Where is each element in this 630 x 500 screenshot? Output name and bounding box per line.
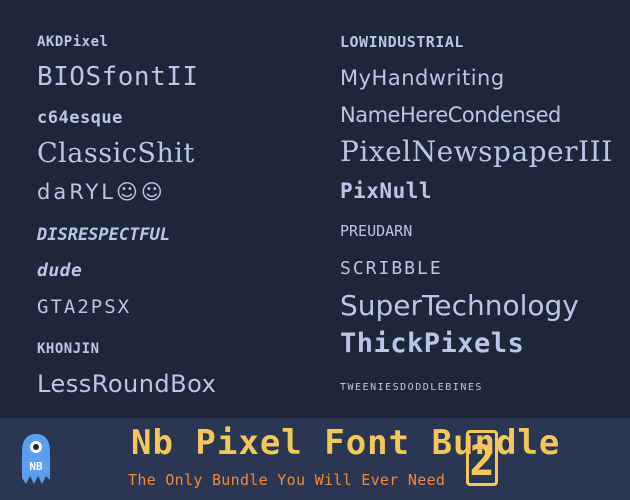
font-sample-pixelnewspaperiii: PixelNewspaperIII <box>340 135 613 168</box>
font-sample-classicshit: ClassicShit <box>37 138 195 169</box>
font-sample-lessroundbox: LessRoundBox <box>37 370 217 398</box>
font-sample-biosfontii: BIOSfontII <box>37 62 199 92</box>
font-sample-scribble: SCRIBBLE <box>340 258 443 279</box>
bundle-number-badge: 2 <box>466 430 498 486</box>
font-sample-daryl: daRYL☺☺ <box>37 180 166 204</box>
font-sample-supertechnology: SuperTechnology <box>340 289 579 322</box>
font-sample-c64esque: c64esque <box>37 108 123 128</box>
bundle-subtitle: The Only Bundle You Will Ever Need <box>128 471 446 489</box>
logo-text: NB <box>29 460 43 473</box>
font-sample-dude: dude <box>37 260 83 281</box>
font-sample-tweeniesdoddlebines: TWEENIESDODDLEBINES <box>340 382 483 393</box>
font-sample-namehere-condensed: NameHereCondensed <box>340 103 561 127</box>
nb-ghost-logo-icon: NB <box>22 434 50 484</box>
font-sample-gta2psx: GTA2PSX <box>37 296 132 318</box>
font-sample-preudarn: PREUDARN <box>340 222 413 240</box>
font-sample-myhandwriting: MyHandwriting <box>340 66 505 90</box>
font-sample-khonjin: KHONJIN <box>37 341 100 357</box>
font-list-panel: AKDPixel BIOSfontII c64esque ClassicShit… <box>0 0 630 418</box>
font-sample-pixnull: PixNull <box>340 179 433 203</box>
font-sample-akdpixel: AKDPixel <box>37 34 109 50</box>
font-sample-lowindustrial: LOWINDUSTRIAL <box>340 33 464 51</box>
font-sample-thickpixels: ThickPixels <box>340 328 525 359</box>
font-sample-disrespectful: DISRESPECTFUL <box>37 225 171 245</box>
